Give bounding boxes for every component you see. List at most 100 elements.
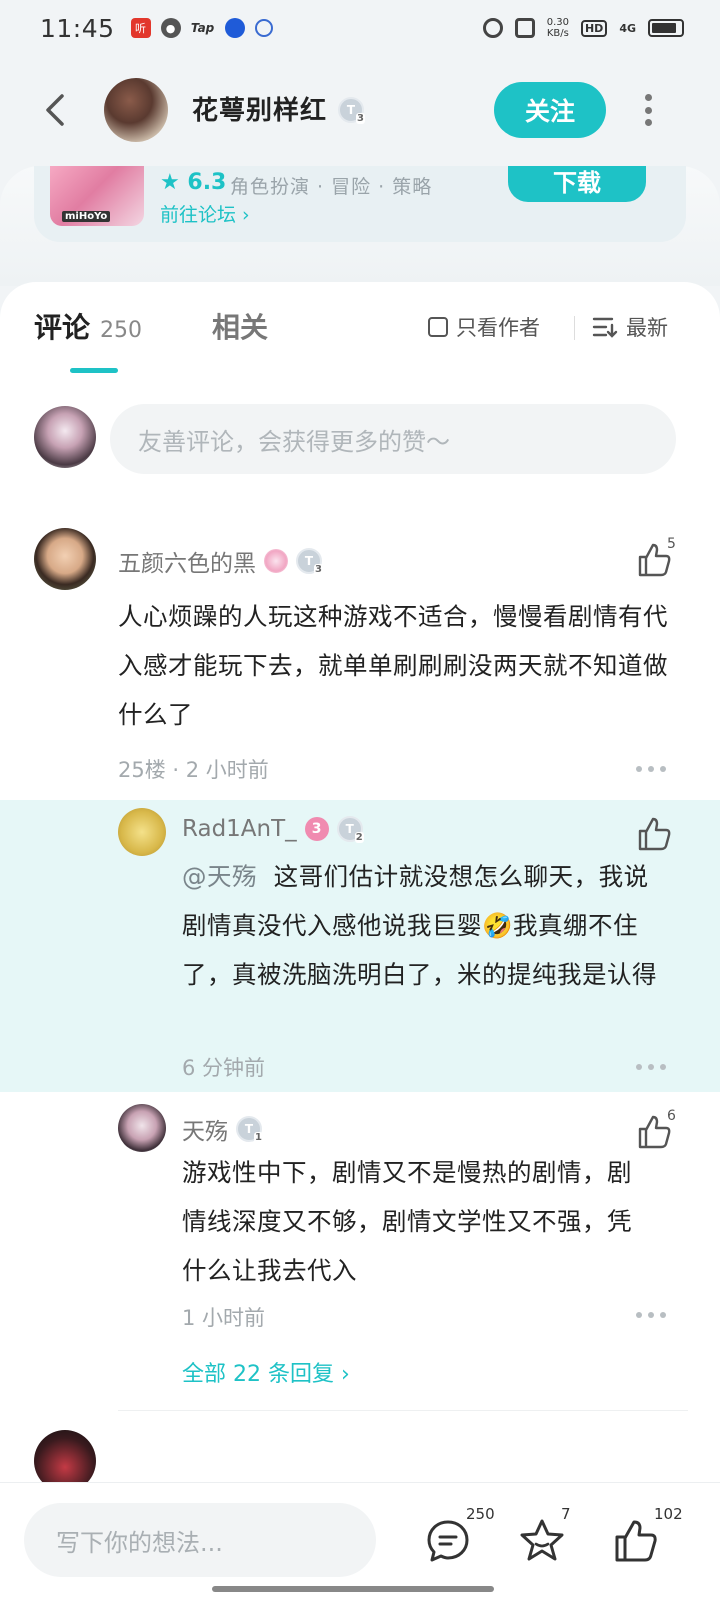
author-avatar[interactable] — [104, 78, 168, 142]
author-only-label: 只看作者 — [456, 316, 540, 340]
thoughts-input[interactable]: 写下你的想法... — [24, 1503, 376, 1577]
author-level-badge: T 3 — [338, 97, 365, 124]
sort-label: 最新 — [626, 316, 668, 340]
reply-time: 1 小时前 — [182, 1306, 266, 1330]
network-speed-value: 0.30 — [546, 17, 569, 28]
commenter-level-number: 3 — [314, 564, 323, 575]
comment-time: 2 小时前 — [185, 758, 269, 782]
signal-icon: 4G — [619, 21, 636, 35]
comment-meta: 25楼 · 2 小时前 — [118, 758, 269, 782]
tab-comments-label: 评论 — [34, 311, 91, 344]
cloud-app-icon — [254, 19, 273, 37]
view-all-replies-link[interactable]: 全部 22 条回复 › — [182, 1356, 350, 1388]
author-name[interactable]: 花萼别样红 — [192, 90, 327, 127]
mute-icon — [514, 18, 535, 38]
commenter-name-text: 五颜六色的黑 — [118, 551, 256, 577]
game-card-container: miHoYo ★ 6.3 角色扮演 · 冒险 · 策略 前往论坛 › 下载 — [0, 166, 720, 286]
reply-user-name[interactable]: Rad1AnT_ 3 T 2 — [182, 816, 364, 843]
game-icon[interactable]: miHoYo — [50, 166, 144, 226]
tab-related[interactable]: 相关 — [212, 306, 268, 346]
more-options-icon[interactable] — [640, 94, 656, 126]
commenter-name[interactable]: 五颜六色的黑 T 3 — [118, 544, 323, 578]
next-commenter-avatar[interactable] — [34, 1430, 96, 1482]
comment-floor: 25楼 — [118, 758, 166, 782]
status-app-icons: 听 ● Tap — [130, 18, 273, 38]
decoration-badge-icon — [264, 549, 288, 573]
game-rating: ★ 6.3 — [160, 170, 227, 195]
follow-button[interactable]: 关注 — [494, 82, 606, 138]
status-time: 11:45 — [40, 13, 115, 43]
status-indicators: 0.30 KB/s HD 4G — [482, 17, 684, 39]
favorite-star-icon[interactable] — [518, 1517, 566, 1565]
tap-app-icon: Tap — [190, 21, 215, 35]
my-avatar — [34, 406, 96, 468]
comment-tabs: 评论 250 相关 只看作者 最新 — [0, 306, 720, 376]
tab-active-indicator — [70, 368, 118, 373]
alarm-icon — [482, 18, 503, 38]
reply-avatar[interactable] — [118, 808, 166, 856]
rank-badge: 3 — [304, 817, 329, 841]
home-indicator[interactable] — [212, 1586, 494, 1592]
game-icon-brand: miHoYo — [62, 211, 111, 222]
more-horizontal-icon[interactable] — [636, 1064, 666, 1072]
post-header: 花萼别样红 T 3 关注 — [0, 72, 720, 148]
more-horizontal-icon[interactable] — [636, 1312, 666, 1320]
status-bar: 11:45 听 ● Tap 0.30 KB/s HD 4G — [0, 0, 720, 56]
chat-app-icon: ● — [160, 18, 181, 38]
reply-text: 游戏性中下，剧情又不是慢热的剧情，剧情线深度又不够，剧情文学性又不强，凭什么让我… — [182, 1158, 632, 1285]
comment-divider — [118, 1410, 688, 1411]
commenter-level-badge: T 3 — [296, 548, 323, 575]
reply-user-name-text: 天殇 — [182, 1119, 228, 1145]
post-like-count: 102 — [654, 1505, 683, 1523]
forum-link-label: 前往论坛 — [160, 204, 237, 226]
reply-user-name[interactable]: 天殇 T 1 — [182, 1112, 263, 1146]
reply-level-number: 2 — [354, 832, 364, 843]
tab-comments[interactable]: 评论 250 — [34, 306, 142, 346]
game-tags: 角色扮演 · 冒险 · 策略 — [230, 176, 433, 198]
reply-mention[interactable]: @天殇 — [182, 862, 257, 891]
commenter-level-letter: T — [304, 554, 314, 568]
comment-text: 人心烦躁的人玩这种游戏不适合，慢慢看剧情有代入感才能玩下去，就单单刷刷刷没两天就… — [118, 602, 668, 729]
favorite-count: 7 — [561, 1505, 571, 1523]
game-card[interactable]: miHoYo ★ 6.3 角色扮演 · 冒险 · 策略 前往论坛 › 下载 — [34, 166, 686, 242]
comment-like-count: 5 — [667, 536, 676, 552]
reply-level-badge: T 1 — [236, 1116, 263, 1143]
sort-icon — [592, 317, 618, 338]
reply-level-number: 1 — [254, 1132, 263, 1143]
reply-text: @天殇 这哥们估计就没想怎么聊天，我说剧情真没代入感他说我巨婴🤣我真绷不住了，真… — [182, 852, 672, 999]
like-post-icon[interactable] — [612, 1517, 660, 1565]
game-rating-value: 6.3 — [187, 170, 227, 195]
comment-icon[interactable] — [424, 1517, 472, 1565]
commenter-avatar[interactable] — [34, 528, 96, 590]
reply-level-letter: T — [345, 822, 354, 836]
network-speed: 0.30 KB/s — [547, 17, 569, 39]
reply-level-badge: T 2 — [336, 816, 364, 843]
tabs-divider — [574, 316, 575, 340]
tab-comments-count: 250 — [100, 318, 143, 343]
author-level-number: 3 — [356, 113, 365, 124]
author-only-checkbox[interactable] — [428, 317, 448, 337]
reply-avatar[interactable] — [118, 1104, 166, 1152]
forum-link[interactable]: 前往论坛 › — [160, 200, 250, 227]
battery-icon — [648, 19, 684, 37]
back-icon[interactable] — [36, 88, 80, 132]
reply-time: 6 分钟前 — [182, 1056, 266, 1080]
reply-like-count: 6 — [667, 1108, 676, 1124]
author-only-toggle[interactable]: 只看作者 — [428, 312, 540, 342]
bottom-action-bar: 写下你的想法... 250 7 102 — [0, 1482, 720, 1600]
comment-count: 250 — [466, 1505, 495, 1523]
hd-icon: HD — [580, 19, 608, 37]
comment-input[interactable]: 友善评论，会获得更多的赞～ — [110, 404, 676, 474]
reply-level-letter: T — [244, 1122, 254, 1136]
view-all-replies-label: 全部 22 条回复 — [182, 1362, 334, 1387]
sort-newest-button[interactable]: 最新 — [592, 312, 668, 342]
download-button[interactable]: 下载 — [508, 166, 646, 202]
comments-panel: 评论 250 相关 只看作者 最新 友善评论，会获得更多的赞～ 五颜六色的黑 T … — [0, 282, 720, 1482]
thumbs-up-icon[interactable] — [634, 814, 674, 854]
network-speed-unit: KB/s — [546, 28, 569, 39]
more-horizontal-icon[interactable] — [636, 766, 666, 774]
author-level-letter: T — [346, 103, 356, 117]
listen-app-icon: 听 — [130, 18, 151, 38]
reply-user-name-text: Rad1AnT_ — [182, 816, 297, 842]
blue-app-icon — [224, 18, 245, 38]
